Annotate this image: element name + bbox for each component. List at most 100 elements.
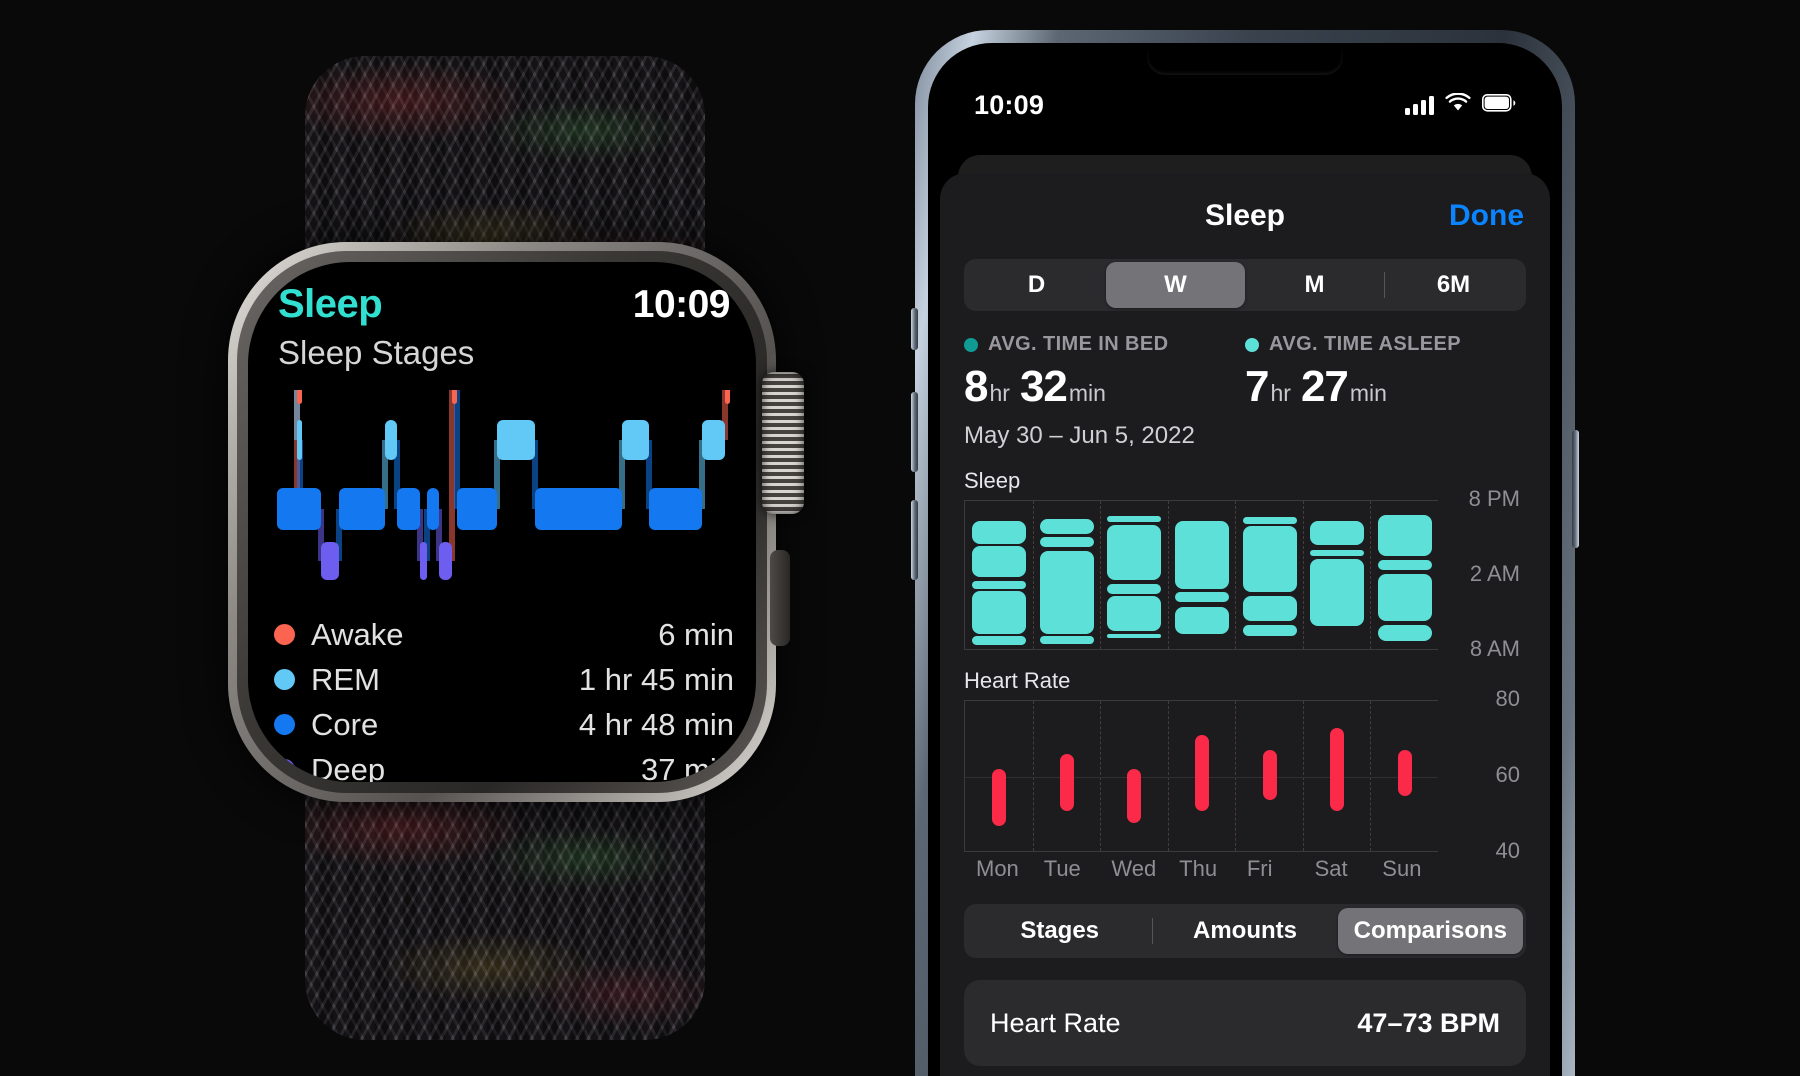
- notch: [1147, 51, 1343, 75]
- sheet-navbar: Sleep Done: [940, 173, 1550, 259]
- sleep-chart: 8 PM 2 AM 8 AM: [964, 486, 1526, 661]
- status-icons: [1405, 91, 1516, 118]
- view-option-stages[interactable]: Stages: [967, 908, 1152, 954]
- legend-row: Core 4 hr 48 min: [274, 702, 734, 747]
- page-title: Sleep: [1204, 199, 1286, 232]
- heart-rate-detail-row[interactable]: Heart Rate 47–73 BPM: [964, 980, 1526, 1066]
- sleep-bar-segment: [1039, 551, 1094, 634]
- grid-line: [1032, 701, 1034, 851]
- sleep-bar-segment: [971, 581, 1026, 589]
- sleep-plot-area: [964, 500, 1438, 650]
- sleep-stage-legend: Awake 6 min REM 1 hr 45 min Core 4 hr 48 min D…: [274, 612, 734, 782]
- heart-rate-bar: [991, 769, 1006, 827]
- heart-rate-chart-title: Heart Rate: [964, 668, 1071, 693]
- grid-line: [1167, 501, 1169, 649]
- volume-down-button[interactable]: [911, 500, 918, 580]
- legend-row: REM 1 hr 45 min: [274, 657, 734, 702]
- sleep-bar-segment: [1310, 521, 1365, 545]
- x-tick-label: Thu: [1179, 856, 1218, 881]
- heart-rate-bar: [1059, 754, 1074, 812]
- legend-value: 4 hr 48 min: [578, 706, 734, 742]
- range-option-6m[interactable]: 6M: [1384, 262, 1523, 308]
- time-in-bed-label: AVG. TIME IN BED: [988, 333, 1169, 355]
- legend-value: 6 min: [658, 616, 734, 652]
- volume-up-button[interactable]: [911, 392, 918, 472]
- wifi-icon: [1445, 91, 1471, 118]
- legend-dot: [274, 624, 295, 645]
- x-tick-label: Sat: [1314, 856, 1348, 881]
- x-tick-label: Mon: [976, 856, 1019, 881]
- in-bed-hours: 8: [964, 362, 989, 411]
- time-asleep-dot: [1245, 337, 1259, 352]
- grid-line: [1167, 701, 1169, 851]
- time-range-segmented-control[interactable]: D W M 6M: [964, 259, 1526, 311]
- range-option-m[interactable]: M: [1245, 262, 1384, 308]
- heart-rate-bar: [1262, 750, 1277, 800]
- legend-row: Deep 37 min: [274, 747, 734, 782]
- sleep-bar-segment: [1107, 583, 1162, 594]
- in-bed-minutes: 32: [1019, 362, 1068, 411]
- sleep-bar-segment: [1039, 537, 1094, 548]
- sleep-bar-segment: [971, 636, 1026, 645]
- sleep-bar-segment: [1107, 596, 1162, 631]
- sleep-bar-segment: [1378, 559, 1433, 570]
- digital-crown[interactable]: [762, 372, 804, 514]
- grid-line: [1370, 701, 1372, 851]
- grid-line: [1370, 501, 1372, 649]
- heart-rate-bar: [1330, 727, 1345, 812]
- screenshot-root: Sleep 10:09 Sleep Stages Awake 6 min REM 1 …: [0, 0, 1800, 1076]
- range-option-w[interactable]: W: [1106, 262, 1245, 308]
- legend-row: Awake 6 min: [274, 612, 734, 657]
- sleep-bar-segment: [1310, 549, 1365, 556]
- view-option-comparisons[interactable]: Comparisons: [1337, 908, 1523, 954]
- heart-rate-bar: [1398, 750, 1413, 796]
- time-asleep-label: AVG. TIME ASLEEP: [1269, 333, 1461, 355]
- y-tick-label: 8 PM: [1468, 486, 1520, 511]
- watch-band-bottom: [305, 780, 705, 1040]
- y-tick-label: 8 AM: [1469, 636, 1520, 661]
- in-bed-min-unit: min: [1068, 380, 1106, 406]
- silent-switch[interactable]: [911, 308, 918, 350]
- view-mode-segmented-control[interactable]: Stages Amounts Comparisons: [964, 904, 1526, 958]
- grid-line: [1100, 701, 1102, 851]
- watch-screen: Sleep 10:09 Sleep Stages Awake 6 min REM 1 …: [248, 262, 756, 782]
- time-in-bed-value: 8hr 32min: [964, 362, 1245, 412]
- sleep-y-axis-labels: 8 PM 2 AM 8 AM: [1454, 486, 1526, 661]
- watch-side-button[interactable]: [770, 550, 790, 646]
- sleep-bar-segment: [1242, 596, 1297, 621]
- x-tick-label: Tue: [1043, 856, 1081, 881]
- legend-label: Deep: [311, 751, 386, 783]
- legend-dot: [274, 759, 295, 780]
- in-bed-hr-unit: hr: [989, 380, 1010, 406]
- sleep-bar-segment: [1039, 518, 1094, 534]
- status-time: 10:09: [974, 89, 1045, 120]
- detail-row-label: Heart Rate: [990, 1007, 1121, 1038]
- grid-line: [1100, 501, 1102, 649]
- time-asleep-value: 7hr 27min: [1245, 362, 1526, 412]
- sleep-bar-segment: [1107, 633, 1162, 638]
- grid-line: [1302, 701, 1304, 851]
- legend-dot: [274, 714, 295, 735]
- sleep-bar-segment: [1242, 517, 1297, 524]
- asleep-min-unit: min: [1349, 380, 1387, 406]
- iphone: 10:09 Sleep Done D W M 6M AVG. TIME IN B…: [911, 30, 1579, 1076]
- heart-rate-x-axis-labels: Mon Tue Wed Thu Fri Sat Sun: [964, 852, 1438, 888]
- y-tick-label: 80: [1495, 686, 1520, 711]
- sleep-bar-segment: [1378, 573, 1433, 621]
- sleep-bar-segment: [1039, 636, 1094, 644]
- sleep-bar-segment: [1107, 524, 1162, 580]
- heart-rate-bar: [1195, 735, 1209, 812]
- cellular-bars-icon: [1405, 95, 1434, 115]
- range-option-d[interactable]: D: [967, 262, 1106, 308]
- x-tick-label: Wed: [1111, 856, 1157, 881]
- heart-rate-chart: 80 60 40 Mon Tue Wed Thu Fri Sat Sun: [964, 686, 1526, 888]
- done-button[interactable]: Done: [1449, 199, 1524, 233]
- y-tick-label: 60: [1495, 762, 1520, 787]
- power-button[interactable]: [1572, 430, 1579, 548]
- legend-label: Core: [311, 706, 379, 742]
- time-in-bed-dot: [964, 337, 978, 352]
- sleep-bar-segment: [1175, 607, 1229, 634]
- grid-line: [1302, 501, 1304, 649]
- summary-stats: AVG. TIME IN BED 8hr 32min AVG. TIME ASLE…: [964, 333, 1526, 412]
- view-option-amounts[interactable]: Amounts: [1152, 908, 1337, 954]
